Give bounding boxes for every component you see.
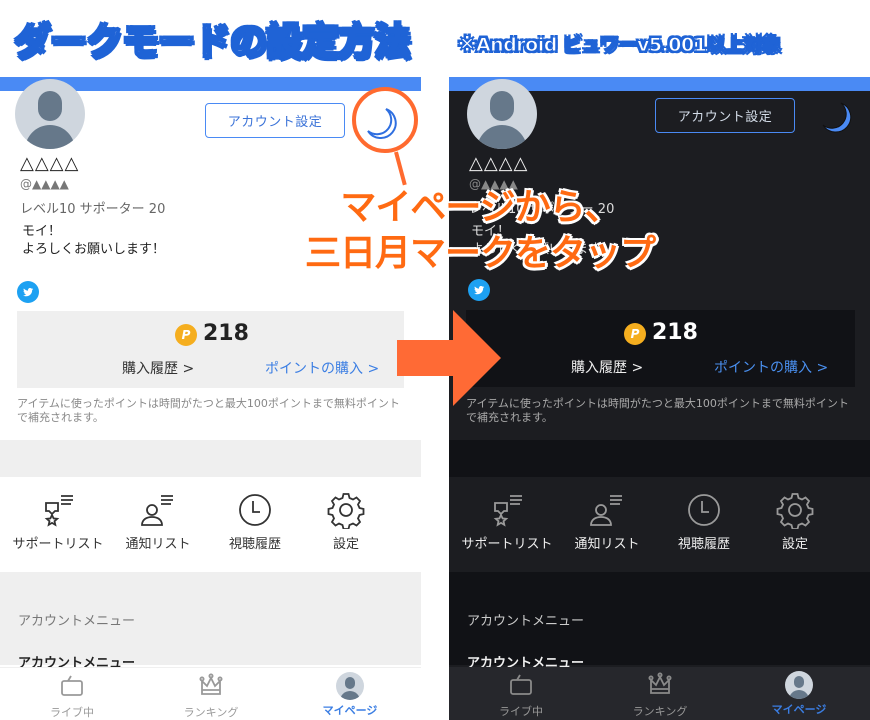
support-list-icon bbox=[44, 495, 73, 527]
purchase-history-link[interactable]: 購入履歴 > bbox=[571, 357, 643, 377]
purchase-history-link[interactable]: 購入履歴 > bbox=[122, 358, 194, 378]
clock-icon bbox=[688, 494, 720, 526]
tab-mypage[interactable]: マイページ bbox=[300, 672, 400, 718]
level-support-info: レベル10 サポーター 20 bbox=[20, 202, 166, 217]
shortcut-row: サポートリスト 通知リスト 視聴履歴 設定 bbox=[449, 477, 870, 572]
tv-icon bbox=[61, 675, 83, 696]
bottom-tab-bar: ライブ中 ランキング マイページ bbox=[449, 667, 870, 720]
profile-handle: @▲▲▲▲ bbox=[20, 177, 69, 191]
bio-line: モイ！ bbox=[22, 224, 62, 239]
tab-label: ライブ中 bbox=[499, 705, 543, 718]
shortcut-label: 設定 bbox=[332, 537, 359, 552]
tab-mypage[interactable]: マイページ bbox=[749, 671, 849, 717]
profile-name: △△△△ bbox=[469, 153, 529, 174]
tv-icon bbox=[510, 674, 532, 695]
account-menu-header: アカウントメニュー bbox=[467, 614, 585, 629]
banner-title: ダークモードの設定方法 bbox=[13, 19, 412, 64]
tab-live[interactable]: ライブ中 bbox=[471, 671, 571, 719]
section-divider bbox=[0, 440, 421, 477]
callout-circle-highlight bbox=[352, 87, 418, 153]
shortcut-watch-history[interactable]: 視聴履歴 bbox=[205, 491, 305, 552]
shortcut-notify-list[interactable]: 通知リスト bbox=[108, 491, 208, 552]
tab-ranking[interactable]: ランキング bbox=[610, 671, 710, 719]
tab-label: ランキング bbox=[183, 706, 239, 719]
shortcut-label: 設定 bbox=[781, 537, 808, 552]
point-coin-icon: P bbox=[175, 324, 197, 346]
shortcut-settings[interactable]: 設定 bbox=[296, 491, 396, 552]
light-mode-screen: アカウント設定 △△△△ @▲▲▲▲ レベル10 サポーター 20 モイ！ よろ… bbox=[0, 77, 421, 720]
profile-bio: モイ！ よろしくお願いします！ bbox=[22, 223, 165, 259]
bio-line: よろしくお願いします！ bbox=[22, 242, 166, 257]
shortcut-label: サポートリスト bbox=[12, 537, 104, 552]
notify-list-icon bbox=[141, 495, 173, 526]
profile-avatar[interactable] bbox=[15, 79, 85, 149]
support-list-icon bbox=[493, 495, 522, 527]
instruction-line: 三日月マークをタップ bbox=[304, 233, 656, 274]
buy-points-link[interactable]: ポイントの購入 > bbox=[265, 358, 379, 378]
tab-label: マイページ bbox=[771, 703, 827, 716]
crescent-moon-icon[interactable] bbox=[817, 97, 857, 137]
shortcut-support-list[interactable]: サポートリスト bbox=[8, 491, 108, 552]
avatar-icon bbox=[336, 672, 364, 700]
points-value: 218 bbox=[652, 320, 698, 345]
dark-mode-screen: アカウント設定 △△△△ @▲▲▲▲ レベル10 サポーター 20 モイ！ よろ… bbox=[449, 77, 870, 720]
profile-avatar[interactable] bbox=[467, 79, 537, 149]
shortcut-support-list[interactable]: サポートリスト bbox=[457, 491, 557, 552]
clock-icon bbox=[239, 494, 271, 526]
account-menu-header: アカウントメニュー bbox=[18, 614, 136, 629]
bottom-tab-bar: ライブ中 ランキング マイページ bbox=[0, 667, 421, 720]
buy-points-link[interactable]: ポイントの購入 > bbox=[714, 357, 828, 377]
shortcut-label: サポートリスト bbox=[461, 537, 553, 552]
shortcut-label: 視聴履歴 bbox=[228, 537, 281, 552]
points-panel: P 218 購入履歴 > ポイントの購入 > bbox=[17, 311, 404, 388]
points-note: アイテムに使ったポイントは時間がたつと最大100ポイントまで無料ポイントで補充さ… bbox=[466, 397, 849, 424]
shortcut-label: 視聴履歴 bbox=[677, 537, 730, 552]
section-divider bbox=[449, 440, 870, 477]
twitter-icon[interactable] bbox=[17, 281, 39, 303]
instruction-line: マイページから、 bbox=[340, 187, 620, 228]
avatar-icon bbox=[785, 671, 813, 699]
instruction-annotation: マイページから、 三日月マークをタップ bbox=[255, 185, 705, 277]
shortcut-watch-history[interactable]: 視聴履歴 bbox=[654, 491, 754, 552]
notify-list-icon bbox=[590, 495, 622, 526]
shortcut-settings[interactable]: 設定 bbox=[745, 491, 845, 552]
tab-ranking[interactable]: ランキング bbox=[161, 672, 261, 720]
shortcut-row: サポートリスト 通知リスト 視聴履歴 設定 bbox=[0, 477, 421, 572]
tab-label: マイページ bbox=[322, 704, 378, 717]
points-panel: P 218 購入履歴 > ポイントの購入 > bbox=[466, 310, 855, 387]
banner-subtitle: ※Android ビュワーv5.001以上対象 bbox=[457, 34, 781, 57]
points-note: アイテムに使ったポイントは時間がたつと最大100ポイントまで無料ポイントで補充さ… bbox=[17, 397, 400, 424]
shortcut-label: 通知リスト bbox=[574, 537, 640, 552]
points-value: 218 bbox=[203, 321, 249, 346]
crown-icon bbox=[199, 673, 223, 695]
account-settings-button[interactable]: アカウント設定 bbox=[205, 103, 345, 138]
profile-name: △△△△ bbox=[20, 153, 80, 174]
point-coin-icon: P bbox=[624, 323, 646, 345]
account-settings-button[interactable]: アカウント設定 bbox=[655, 98, 795, 133]
tab-label: ランキング bbox=[632, 705, 688, 718]
shortcut-notify-list[interactable]: 通知リスト bbox=[557, 491, 657, 552]
tab-live[interactable]: ライブ中 bbox=[22, 672, 122, 720]
tab-label: ライブ中 bbox=[50, 706, 94, 719]
gear-icon bbox=[776, 493, 814, 529]
right-arrow-icon bbox=[397, 310, 501, 406]
twitter-icon[interactable] bbox=[468, 279, 490, 301]
shortcut-label: 通知リスト bbox=[125, 537, 191, 552]
gear-icon bbox=[327, 493, 365, 529]
crown-icon bbox=[648, 672, 672, 694]
